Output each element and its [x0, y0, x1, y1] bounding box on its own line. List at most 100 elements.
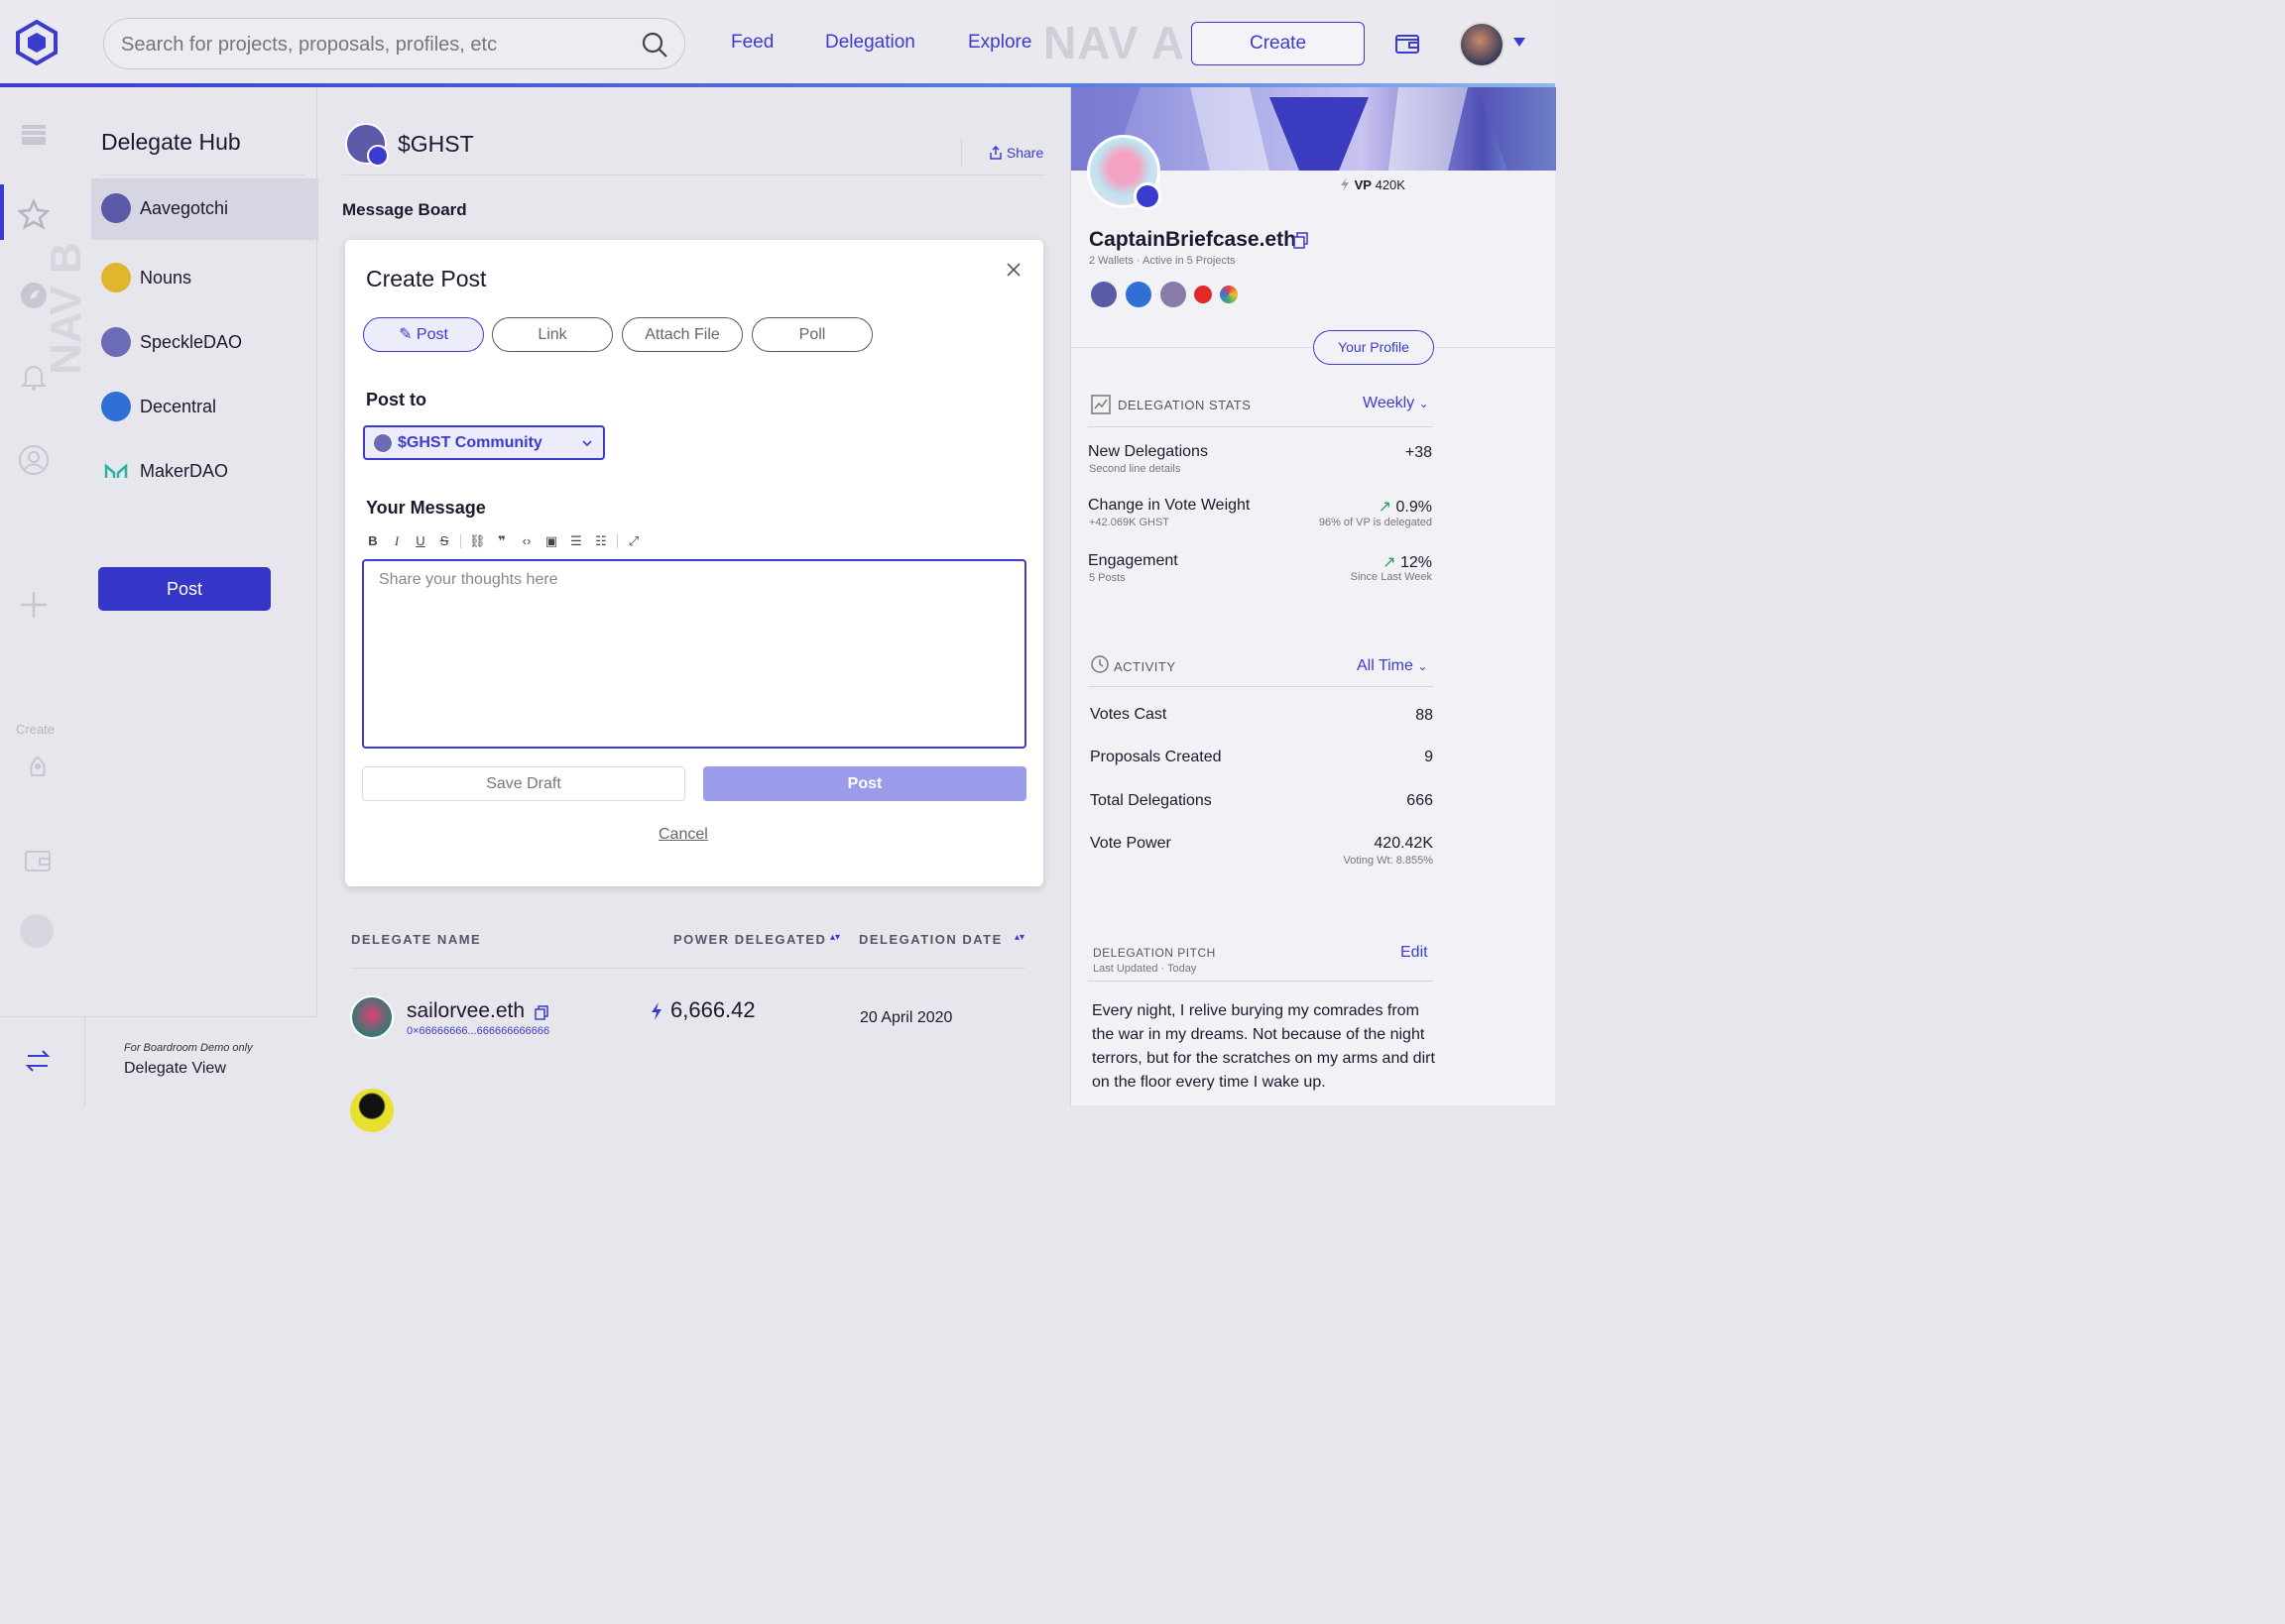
rail-create-label[interactable]: Create [16, 722, 55, 737]
copy-icon[interactable] [535, 1005, 548, 1020]
delegate-hub: Delegate Hub Aavegotchi Nouns SpeckleDAO… [75, 87, 381, 1016]
profile-icon[interactable] [18, 444, 50, 476]
star-icon[interactable] [18, 198, 50, 230]
image-icon[interactable]: ▣ [543, 532, 559, 550]
community-select[interactable]: $GHST Community [363, 425, 605, 460]
divider [460, 534, 461, 548]
delegate-avatar[interactable] [350, 1089, 394, 1132]
rail-avatar[interactable] [20, 914, 54, 948]
activity-period-dropdown[interactable]: All Time ⌄ [1357, 657, 1427, 675]
pitch-text: Every night, I relive burying my comrade… [1092, 1002, 1435, 1091]
nav-feed[interactable]: Feed [731, 32, 774, 54]
bullet-list-icon[interactable]: ☷ [593, 532, 609, 550]
optimism-icon[interactable] [1194, 286, 1212, 303]
activity-label: Proposals Created [1090, 749, 1222, 765]
microphone-icon [1134, 182, 1161, 210]
plus-icon[interactable] [18, 589, 50, 621]
divider [617, 534, 618, 548]
stats-period-dropdown[interactable]: Weekly ⌄ [1363, 395, 1429, 412]
decentral-icon[interactable] [1126, 282, 1151, 307]
nav-explore[interactable]: Explore [968, 32, 1031, 54]
profile-subtitle: 2 Wallets · Active in 5 Projects [1089, 255, 1236, 267]
stat-value-text: 12% [1399, 554, 1432, 571]
col-delegate-name[interactable]: DELEGATE NAME [351, 932, 481, 947]
tab-poll[interactable]: Poll [752, 317, 873, 352]
divider [84, 1017, 85, 1106]
tab-attach-file[interactable]: Attach File [622, 317, 743, 352]
edit-pitch-button[interactable]: Edit [1400, 944, 1428, 962]
profile-name: CaptainBriefcase.eth [1089, 228, 1296, 251]
pin-icon: ✎ [399, 326, 413, 343]
link-icon[interactable]: ⛓ [469, 532, 486, 550]
search-input[interactable] [121, 31, 627, 58]
stat-label: New Delegations [1088, 443, 1208, 460]
create-button[interactable]: Create [1191, 22, 1365, 65]
aavegotchi-icon[interactable] [1091, 282, 1117, 307]
stat-value-sub: Since Last Week [1350, 571, 1432, 583]
wallet-icon[interactable] [1393, 30, 1421, 58]
col-power-delegated[interactable]: POWER DELEGATED [673, 932, 826, 947]
activity-value: 666 [1406, 792, 1433, 809]
quote-icon[interactable]: ❞ [494, 532, 510, 550]
activity-label: Total Delegations [1090, 792, 1212, 809]
post-button[interactable]: Post [703, 766, 1026, 801]
tab-post[interactable]: ✎ Post [363, 317, 484, 352]
chevron-down-icon[interactable] [1513, 38, 1525, 47]
copy-icon[interactable] [1293, 232, 1308, 249]
your-profile-button[interactable]: Your Profile [1313, 330, 1434, 365]
user-avatar[interactable] [1459, 22, 1504, 67]
nav-delegation[interactable]: Delegation [825, 32, 915, 54]
stat-value: ↗ 12% [1383, 552, 1432, 572]
bell-icon[interactable] [18, 361, 50, 393]
tab-link[interactable]: Link [492, 317, 613, 352]
ordered-list-icon[interactable]: ☰ [568, 532, 584, 550]
code-icon[interactable]: ‹› [519, 532, 535, 550]
nav-a-placeholder: NAV A [1043, 17, 1185, 68]
delegate-name[interactable]: sailorvee.eth [407, 999, 525, 1023]
message-input[interactable] [379, 571, 1010, 738]
stat-label: Engagement [1088, 552, 1178, 569]
chevron-down-icon: ⌄ [1418, 397, 1429, 410]
bold-icon[interactable]: B [365, 532, 381, 550]
aavegotchi-icon [101, 193, 131, 223]
demo-view-toggle[interactable]: Delegate View [124, 1060, 226, 1078]
share-button[interactable]: Share [989, 145, 1043, 161]
strikethrough-icon[interactable]: S [436, 532, 452, 550]
rocket-icon[interactable] [22, 754, 54, 785]
sort-icon[interactable]: ▴▾ [830, 932, 840, 943]
sort-icon[interactable]: ▴▾ [1015, 932, 1024, 943]
decentral-icon [101, 392, 131, 421]
bolt-icon [652, 1002, 661, 1020]
cancel-button[interactable]: Cancel [659, 826, 708, 844]
col-delegation-date[interactable]: DELEGATION DATE [859, 932, 1003, 947]
hub-title: Delegate Hub [101, 129, 241, 155]
modal-title: Create Post [366, 266, 487, 291]
power-delegated: 6,666.42 [670, 997, 756, 1022]
bolt-icon [1341, 177, 1349, 191]
search-icon[interactable] [641, 31, 668, 58]
expand-icon[interactable]: ⤢ [626, 532, 642, 550]
community-value: $GHST Community [398, 434, 542, 451]
close-icon[interactable] [1006, 262, 1022, 278]
stat-sublabel: Second line details [1089, 463, 1181, 475]
speckledao-icon[interactable] [1160, 282, 1186, 307]
swap-icon[interactable] [24, 1047, 52, 1075]
history-icon [1091, 655, 1109, 673]
hub-item-label: MakerDAO [140, 461, 229, 481]
stack-icon[interactable] [18, 119, 50, 151]
dropdown-value: Weekly [1363, 395, 1415, 411]
tab-label: Post [416, 326, 448, 343]
pitch-title: DELEGATION PITCH [1093, 946, 1216, 960]
save-draft-button[interactable]: Save Draft [362, 766, 685, 801]
delegate-avatar[interactable] [350, 995, 394, 1039]
colorful-project-icon[interactable] [1220, 286, 1238, 303]
italic-icon[interactable]: I [389, 532, 405, 550]
hub-post-button[interactable]: Post [98, 567, 271, 611]
boardroom-logo-icon[interactable] [14, 20, 60, 65]
compass-icon[interactable] [18, 280, 50, 311]
search-bar [103, 18, 685, 69]
underline-icon[interactable]: U [413, 532, 428, 550]
footer-bar: For Boardroom Demo only Delegate View [0, 1016, 317, 1106]
left-rail: NAV B Create [0, 87, 90, 1019]
wallet-icon[interactable] [22, 845, 54, 876]
